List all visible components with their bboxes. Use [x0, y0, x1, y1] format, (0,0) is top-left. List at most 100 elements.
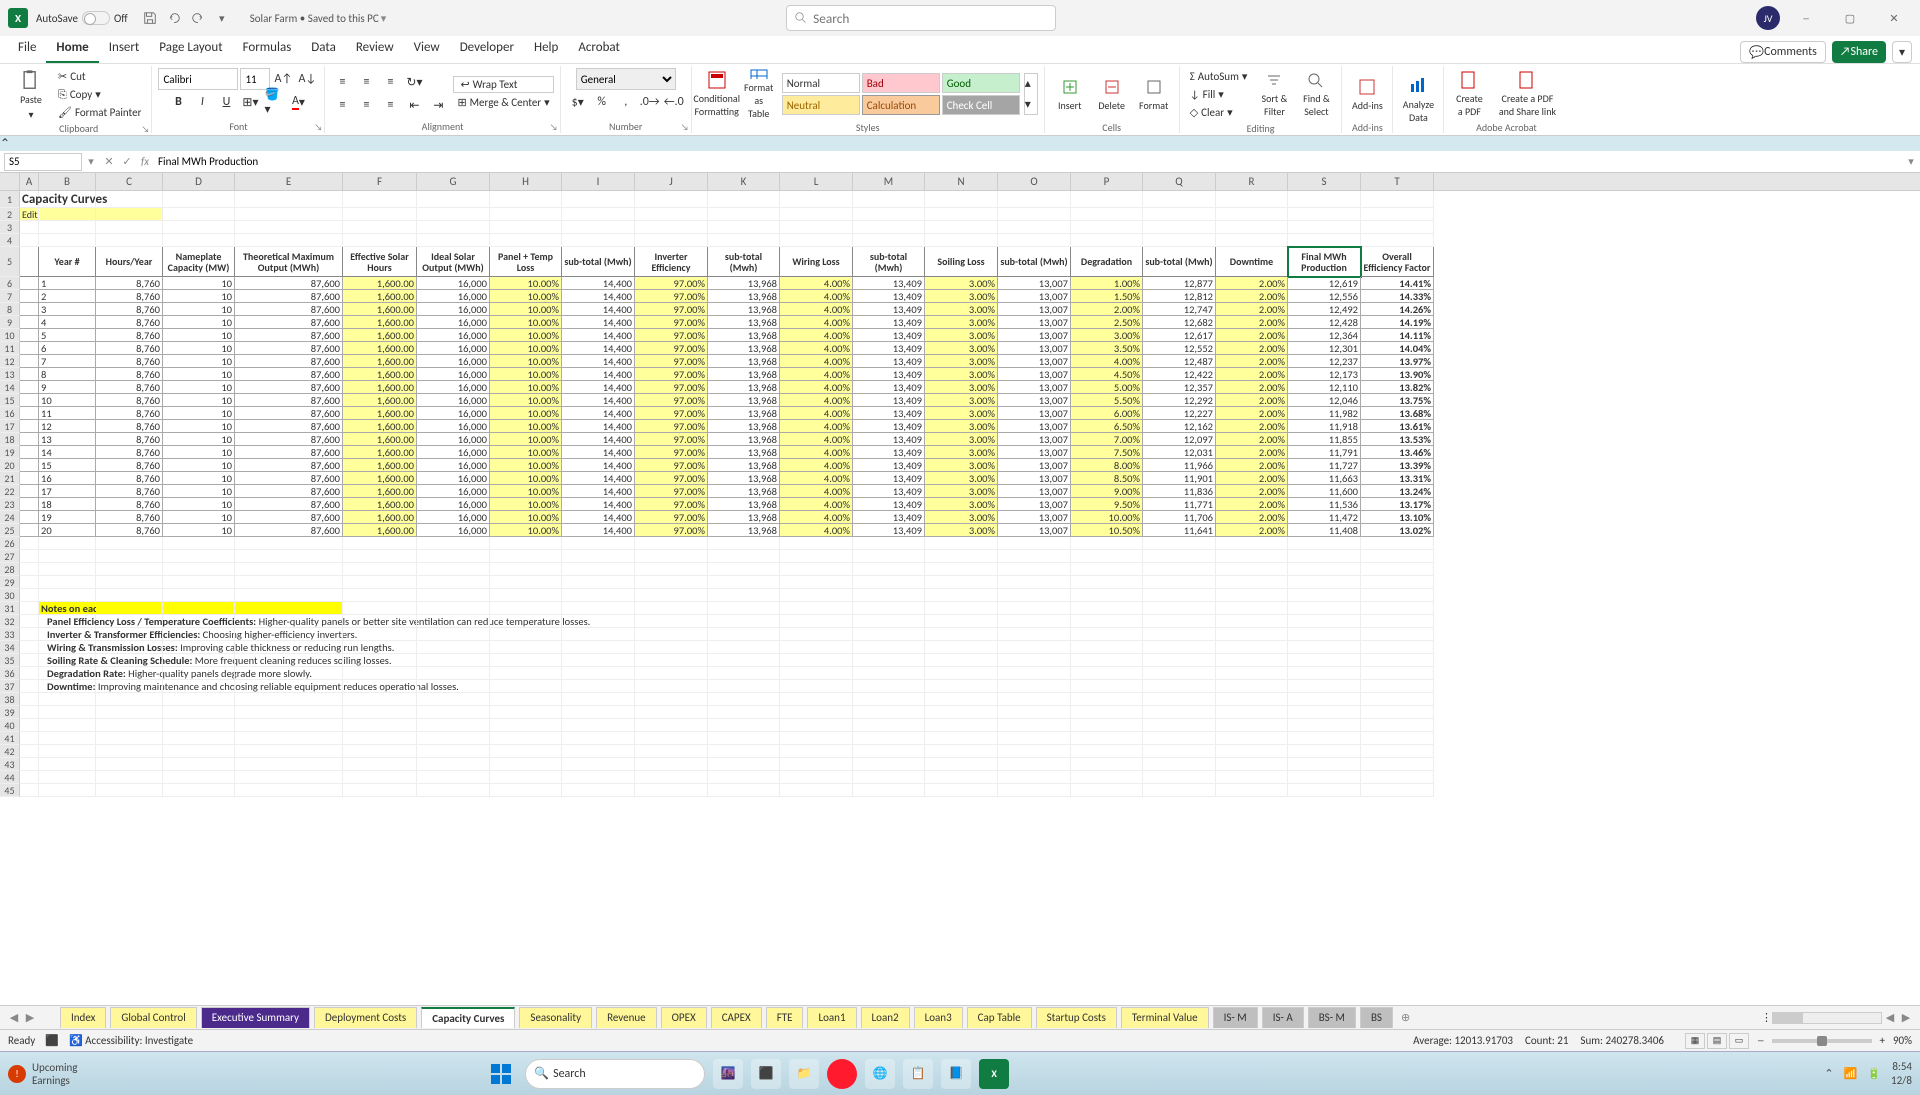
cell[interactable]: [925, 602, 998, 615]
row-header[interactable]: 37: [0, 680, 20, 693]
cell[interactable]: 87,600: [235, 420, 343, 433]
cell[interactable]: [20, 277, 39, 290]
cell[interactable]: [925, 667, 998, 680]
cell[interactable]: 12,422: [1143, 368, 1216, 381]
cell[interactable]: 13,007: [998, 459, 1071, 472]
row-header[interactable]: 4: [0, 234, 20, 247]
cell[interactable]: [163, 563, 235, 576]
row-header[interactable]: 21: [0, 472, 20, 485]
cell[interactable]: [1288, 550, 1361, 563]
cell[interactable]: [490, 589, 562, 602]
cell[interactable]: 10: [163, 446, 235, 459]
cell[interactable]: 3.00%: [925, 381, 998, 394]
cell[interactable]: [490, 784, 562, 797]
cell[interactable]: 8,760: [96, 524, 163, 537]
cell[interactable]: [490, 615, 562, 628]
cell[interactable]: [998, 706, 1071, 719]
cell[interactable]: [780, 576, 853, 589]
cell[interactable]: 13.24%: [1361, 485, 1434, 498]
cell[interactable]: 87,600: [235, 394, 343, 407]
cell[interactable]: [163, 602, 235, 615]
cell[interactable]: 1,600.00: [343, 394, 417, 407]
align-right-icon[interactable]: ≡: [379, 94, 401, 116]
search-field[interactable]: [813, 10, 1047, 27]
row-header[interactable]: 18: [0, 433, 20, 446]
cell[interactable]: 14: [39, 446, 96, 459]
cell[interactable]: 11,536: [1288, 498, 1361, 511]
cell[interactable]: [417, 550, 490, 563]
cell[interactable]: 13,968: [708, 446, 780, 459]
column-header-Q[interactable]: Q: [1143, 173, 1216, 190]
cell[interactable]: [1361, 537, 1434, 550]
cell[interactable]: [562, 191, 635, 208]
cell[interactable]: [708, 771, 780, 784]
cell[interactable]: 14,400: [562, 420, 635, 433]
row-header[interactable]: 34: [0, 641, 20, 654]
cell[interactable]: 3.50%: [1071, 342, 1143, 355]
row-header[interactable]: 25: [0, 524, 20, 537]
column-header-A[interactable]: A: [20, 173, 39, 190]
cell[interactable]: [925, 615, 998, 628]
cell[interactable]: 14,400: [562, 277, 635, 290]
cell[interactable]: 10: [163, 459, 235, 472]
cell[interactable]: [1361, 602, 1434, 615]
cell[interactable]: [20, 654, 39, 667]
launcher-icon[interactable]: ↘: [550, 122, 558, 133]
cell[interactable]: 10: [163, 524, 235, 537]
cell[interactable]: [39, 208, 96, 221]
cell[interactable]: [1143, 550, 1216, 563]
column-header-D[interactable]: D: [163, 173, 235, 190]
cell[interactable]: [96, 732, 163, 745]
cell[interactable]: 13.10%: [1361, 511, 1434, 524]
cell[interactable]: [708, 208, 780, 221]
cell[interactable]: 13.39%: [1361, 459, 1434, 472]
cell[interactable]: [1143, 191, 1216, 208]
cell[interactable]: [1071, 221, 1143, 234]
cell[interactable]: 8,760: [96, 433, 163, 446]
cell[interactable]: [1361, 234, 1434, 247]
cell[interactable]: 3.00%: [925, 420, 998, 433]
cell[interactable]: 11,706: [1143, 511, 1216, 524]
cell[interactable]: [235, 719, 343, 732]
cell[interactable]: [163, 784, 235, 797]
cell[interactable]: 1,600.00: [343, 368, 417, 381]
cell[interactable]: [20, 784, 39, 797]
cell[interactable]: 10: [163, 381, 235, 394]
minimize-icon[interactable]: ─: [1788, 0, 1824, 36]
cell[interactable]: [925, 628, 998, 641]
cell[interactable]: [1216, 719, 1288, 732]
cell[interactable]: [1216, 680, 1288, 693]
cell[interactable]: [562, 758, 635, 771]
cell[interactable]: 10: [163, 407, 235, 420]
launcher-icon[interactable]: ↘: [142, 124, 150, 135]
cell[interactable]: Downtime: Improving maintenance and choo…: [39, 680, 96, 693]
cell[interactable]: 12,428: [1288, 316, 1361, 329]
cell[interactable]: [163, 221, 235, 234]
cell[interactable]: [20, 615, 39, 628]
cell[interactable]: sub-total (Mwh): [853, 247, 925, 277]
cell[interactable]: [163, 693, 235, 706]
cell[interactable]: Wiring Loss: [780, 247, 853, 277]
cell[interactable]: [562, 654, 635, 667]
cell[interactable]: [39, 706, 96, 719]
cell[interactable]: 16,000: [417, 459, 490, 472]
cell[interactable]: [635, 784, 708, 797]
cell[interactable]: 3.00%: [925, 446, 998, 459]
cell[interactable]: 13,409: [853, 524, 925, 537]
cell[interactable]: [635, 576, 708, 589]
clear-button[interactable]: ◇ Clear ▾: [1186, 104, 1252, 121]
fx-icon[interactable]: fx: [136, 155, 154, 168]
cell[interactable]: [163, 680, 235, 693]
cell[interactable]: 13,007: [998, 407, 1071, 420]
cell[interactable]: 12,301: [1288, 342, 1361, 355]
cell[interactable]: 12,162: [1143, 420, 1216, 433]
cell[interactable]: 8,760: [96, 446, 163, 459]
cell[interactable]: 8,760: [96, 303, 163, 316]
cell[interactable]: 12,292: [1143, 394, 1216, 407]
cell[interactable]: 11,663: [1288, 472, 1361, 485]
cell[interactable]: [343, 191, 417, 208]
cell[interactable]: 13,968: [708, 355, 780, 368]
cell[interactable]: [708, 615, 780, 628]
cell[interactable]: [562, 719, 635, 732]
cell[interactable]: 13,968: [708, 472, 780, 485]
